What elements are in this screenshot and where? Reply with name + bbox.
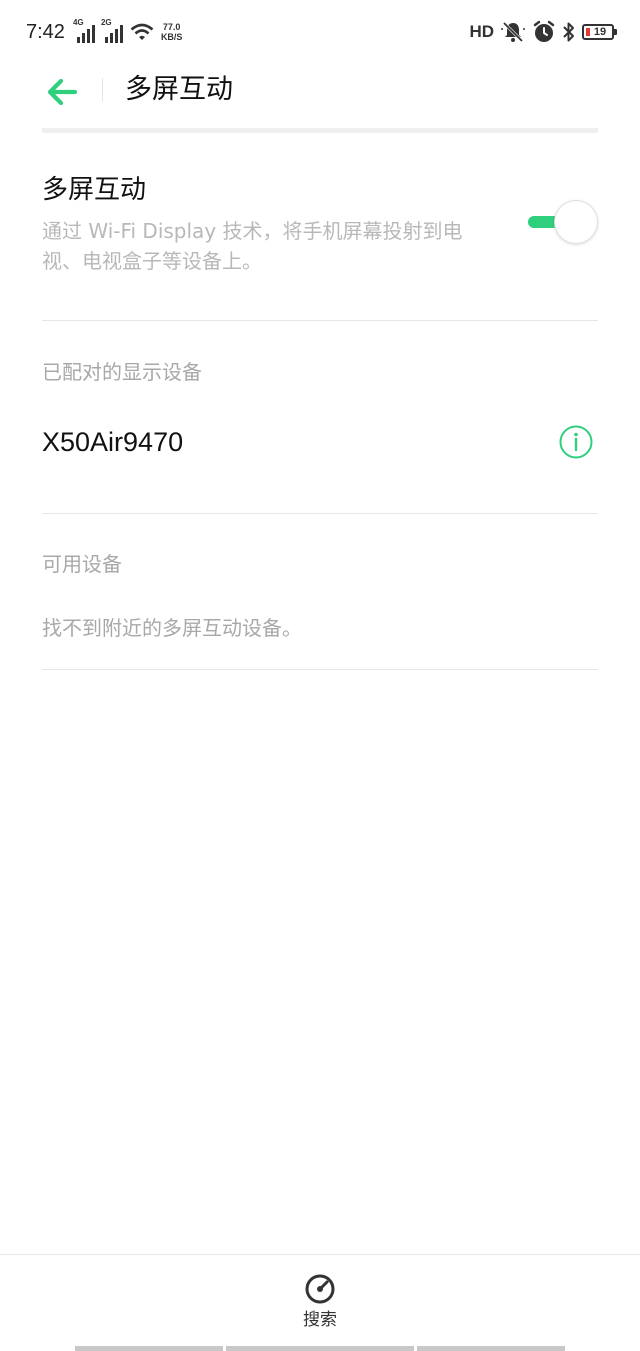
- header-separator: [42, 128, 598, 133]
- mute-icon: [501, 21, 525, 43]
- status-left: 7:42 4G 2G 77.0 KB/S: [26, 18, 182, 46]
- divider: [42, 513, 598, 514]
- search-label: 搜索: [303, 1310, 337, 1330]
- battery-icon: 19: [582, 24, 617, 40]
- paired-devices-header: 已配对的显示设备: [42, 360, 202, 384]
- sim1-signal-icon: 4G: [73, 18, 95, 43]
- search-radar-icon: [305, 1274, 335, 1304]
- arrow-left-icon: [47, 78, 78, 106]
- divider: [42, 320, 598, 321]
- nav-indicator-left: [75, 1346, 223, 1351]
- battery-level: 19: [593, 26, 607, 38]
- status-right: HD 19: [469, 18, 617, 46]
- toggle-description: 通过 Wi-Fi Display 技术，将手机屏幕投射到电视、电视盒子等设备上。: [42, 219, 463, 273]
- info-icon: [559, 425, 593, 459]
- back-button[interactable]: [44, 74, 80, 110]
- status-bar: 7:42 4G 2G 77.0 KB/S HD 19: [0, 0, 640, 64]
- battery-fill: [586, 28, 590, 36]
- device-info-button[interactable]: [558, 424, 594, 460]
- bottom-toolbar: 搜索: [0, 1254, 640, 1351]
- page-title: 多屏互动: [125, 74, 233, 105]
- header-divider: [102, 78, 103, 102]
- search-button[interactable]: 搜索: [290, 1273, 350, 1333]
- nav-indicator-right: [417, 1346, 565, 1351]
- nav-indicator-center: [226, 1346, 414, 1351]
- screen-cast-toggle-row[interactable]: 多屏互动 通过 Wi-Fi Display 技术，将手机屏幕投射到电视、电视盒子…: [42, 172, 598, 276]
- switch-knob: [554, 200, 598, 244]
- hd-label: HD: [469, 22, 494, 41]
- no-devices-message: 找不到附近的多屏互动设备。: [42, 616, 302, 640]
- paired-device-row[interactable]: X50Air9470: [42, 414, 598, 470]
- divider: [42, 669, 598, 670]
- net-speed: 77.0 KB/S: [160, 22, 183, 42]
- screen-cast-switch[interactable]: [528, 200, 598, 244]
- header: 多屏互动: [0, 64, 640, 128]
- wifi-icon: [130, 23, 154, 40]
- status-time: 7:42: [26, 20, 65, 43]
- sim2-signal-icon: 2G: [101, 18, 123, 43]
- available-devices-header: 可用设备: [42, 552, 122, 576]
- bluetooth-icon: [563, 22, 574, 42]
- alarm-icon: [533, 20, 555, 42]
- toggle-title: 多屏互动: [42, 175, 147, 205]
- device-name: X50Air9470: [42, 427, 184, 457]
